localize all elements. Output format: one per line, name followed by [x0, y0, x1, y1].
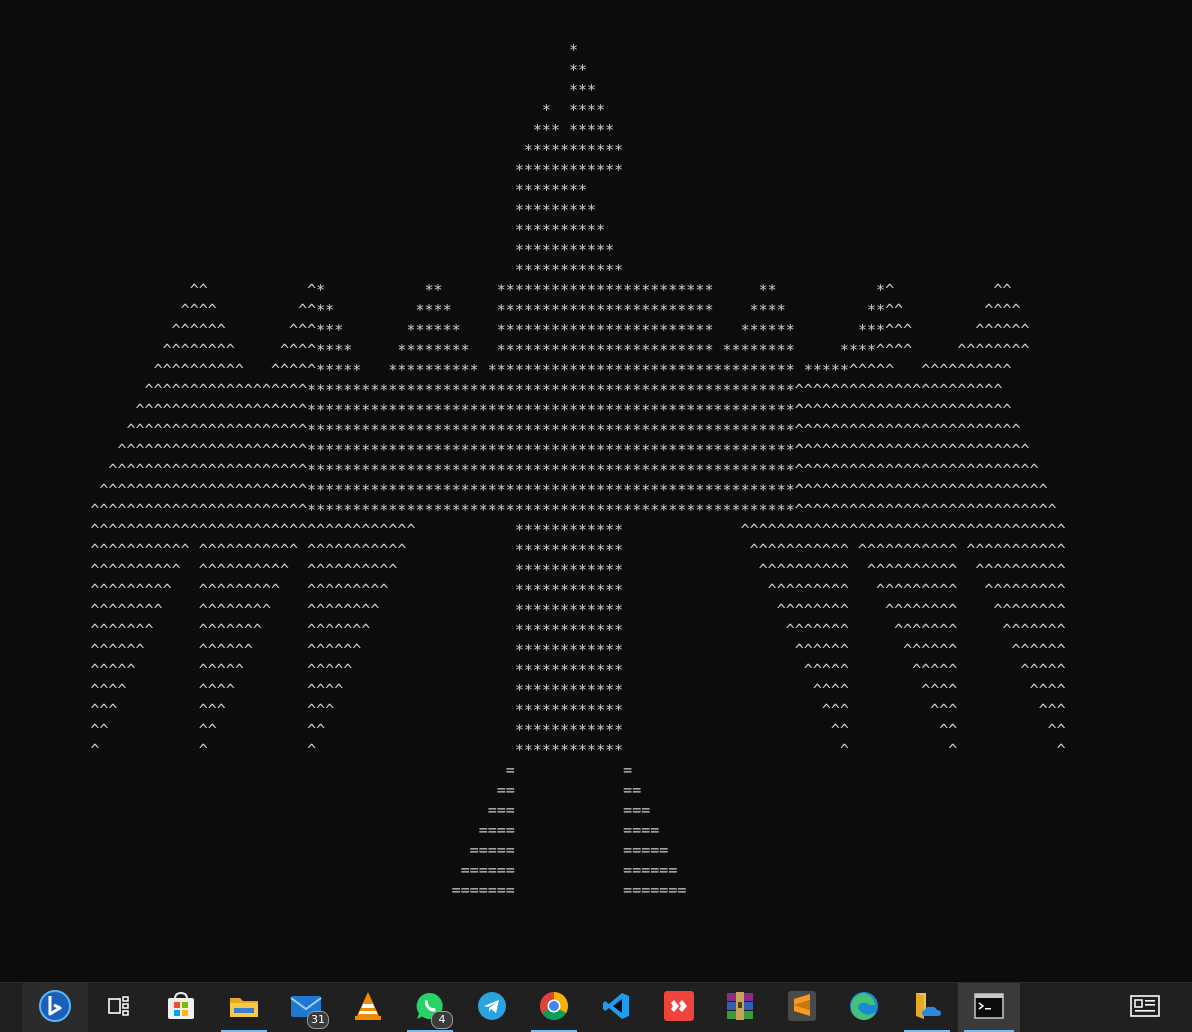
ascii-art-line: ^^ ^* ** ************************ ** *^ … [0, 281, 1012, 299]
ascii-art-line: ^^^^^^^^^^^ ^^^^^^^^^^^ ^^^^^^^^^^^ ****… [0, 541, 1066, 559]
mail-button[interactable]: 31 [275, 983, 337, 1032]
telegram-icon [477, 991, 507, 1025]
ascii-art-line: ^^^^^^ ^^^^^^ ^^^^^^ ************ ^^^^^^… [0, 641, 1066, 659]
vscode-button[interactable] [585, 983, 647, 1032]
ascii-art-line: ===== ===== [0, 841, 669, 859]
ascii-art-line: ====== ====== [0, 861, 678, 879]
edge-icon [848, 990, 880, 1026]
task-view-icon [107, 994, 131, 1022]
news-widget-icon [1129, 993, 1161, 1023]
ascii-art-line: ^^^^^ ^^^^^ ^^^^^ ************ ^^^^^ ^^^… [0, 661, 1066, 679]
ascii-art-line: *********** [0, 241, 615, 259]
ascii-art-line: ^^^^^^^^ ^^^^^^^^ ^^^^^^^^ ************ … [0, 601, 1066, 619]
ascii-art-line: ^^^^^^^^^^^^^^^^^^^*********************… [0, 401, 1012, 419]
ascii-art-line: ^^^^^^^ ^^^^^^^ ^^^^^^^ ************ ^^^… [0, 621, 1066, 639]
command-prompt-button[interactable] [958, 983, 1020, 1032]
telegram-button[interactable] [461, 983, 523, 1032]
ascii-art-line: ^^^^^^^^^^^^^^^^^^^^^*******************… [0, 441, 1030, 459]
ascii-art-line: ^^ ^^ ^^ ************ ^^ ^^ ^^ [0, 721, 1066, 739]
vlc-button[interactable] [337, 983, 399, 1032]
ascii-art-line: ^^^ ^^^ ^^^ ************ ^^^ ^^^ ^^^ [0, 701, 1066, 719]
ascii-art-line: ^^^^^^^^^^^^^^^^^^^^^^^^^^^^^^^^^^^^ ***… [0, 521, 1066, 539]
ascii-art-line: *** ***** [0, 121, 615, 139]
ascii-art-line: ^^^^^^^^^^ ^^^^^***** ********** *******… [0, 361, 1012, 379]
microsoft-store-button[interactable] [150, 983, 212, 1032]
ascii-art-line: ^^^^^^^^^^ ^^^^^^^^^^ ^^^^^^^^^^ *******… [0, 561, 1066, 579]
ascii-art-line: ^^^^^^^^^^^^^^^^^^^^********************… [0, 421, 1021, 439]
file-explorer-icon [228, 990, 260, 1026]
winrar-icon [724, 990, 756, 1026]
ascii-art-line: ^ ^ ^ ************ ^ ^ ^ [0, 741, 1066, 759]
ascii-art-line: * **** [0, 101, 606, 119]
ascii-art-line: == == [0, 781, 642, 799]
vscode-icon [601, 991, 631, 1025]
taskbar: 31 4 [0, 982, 1192, 1032]
whatsapp-button[interactable]: 4 [399, 983, 461, 1032]
ascii-art-line: ^^^^^^^^^^^^^^^^^^^^^^******************… [0, 461, 1039, 479]
news-widget-button[interactable] [1114, 983, 1176, 1032]
ascii-art-line: ******** [0, 181, 588, 199]
ascii-art-line: ==== ==== [0, 821, 660, 839]
sublime-text-button[interactable] [771, 983, 833, 1032]
task-view-button[interactable] [88, 983, 150, 1032]
winrar-button[interactable] [709, 983, 771, 1032]
ascii-art-line: ^^^^^^^^ ^^^^**** ******** *************… [0, 341, 1030, 359]
ascii-art-line: ********** [0, 221, 606, 239]
onedrive-folder-icon [911, 990, 943, 1026]
ascii-art-line: ======= ======= [0, 881, 687, 899]
ascii-art-line: === === [0, 801, 651, 819]
ascii-art-line: ************ [0, 261, 624, 279]
ascii-art-line: ^^^^^^^^^ ^^^^^^^^^ ^^^^^^^^^ **********… [0, 581, 1066, 599]
ascii-art-line: = = [0, 761, 633, 779]
terminal-window[interactable]: * ** *** * **** *** ***** *********** **… [0, 0, 1192, 982]
chrome-button[interactable] [523, 983, 585, 1032]
file-explorer-button[interactable] [213, 983, 275, 1032]
whatsapp-unread-badge: 4 [431, 1011, 453, 1029]
ascii-art-line: ********* [0, 201, 597, 219]
ascii-art-line: ^^^^^^^^^^^^^^^^^^^^^^^*****************… [0, 481, 1048, 499]
ascii-art-line: * [0, 41, 579, 59]
ascii-art-line: ^^^^ ^^** **** ************************ … [0, 301, 1021, 319]
ascii-art-line: ^^^^^^^^^^^^^^^^^^^^^^^^****************… [0, 501, 1057, 519]
mail-unread-badge: 31 [307, 1011, 329, 1029]
command-prompt-icon [974, 993, 1004, 1023]
anydesk-icon [663, 990, 695, 1026]
ascii-art-line: ^^^^^^ ^^^*** ****** *******************… [0, 321, 1030, 339]
ascii-art-line: *********** [0, 141, 624, 159]
microsoft-store-icon [165, 990, 197, 1026]
sublime-text-icon [787, 990, 817, 1026]
ascii-art-line: *** [0, 81, 597, 99]
anydesk-button[interactable] [648, 983, 710, 1032]
bing-chat-icon [37, 988, 73, 1028]
bing-chat-button[interactable] [22, 983, 88, 1032]
ascii-art-line: ** [0, 61, 588, 79]
chrome-icon [538, 990, 570, 1026]
ascii-art-line: ^^^^^^^^^^^^^^^^^^**********************… [0, 381, 1003, 399]
onedrive-folder-button[interactable] [896, 983, 958, 1032]
ascii-art-line: ^^^^ ^^^^ ^^^^ ************ ^^^^ ^^^^ ^^… [0, 681, 1066, 699]
vlc-icon [353, 990, 383, 1026]
edge-button[interactable] [833, 983, 895, 1032]
ascii-art-line: ************ [0, 161, 624, 179]
